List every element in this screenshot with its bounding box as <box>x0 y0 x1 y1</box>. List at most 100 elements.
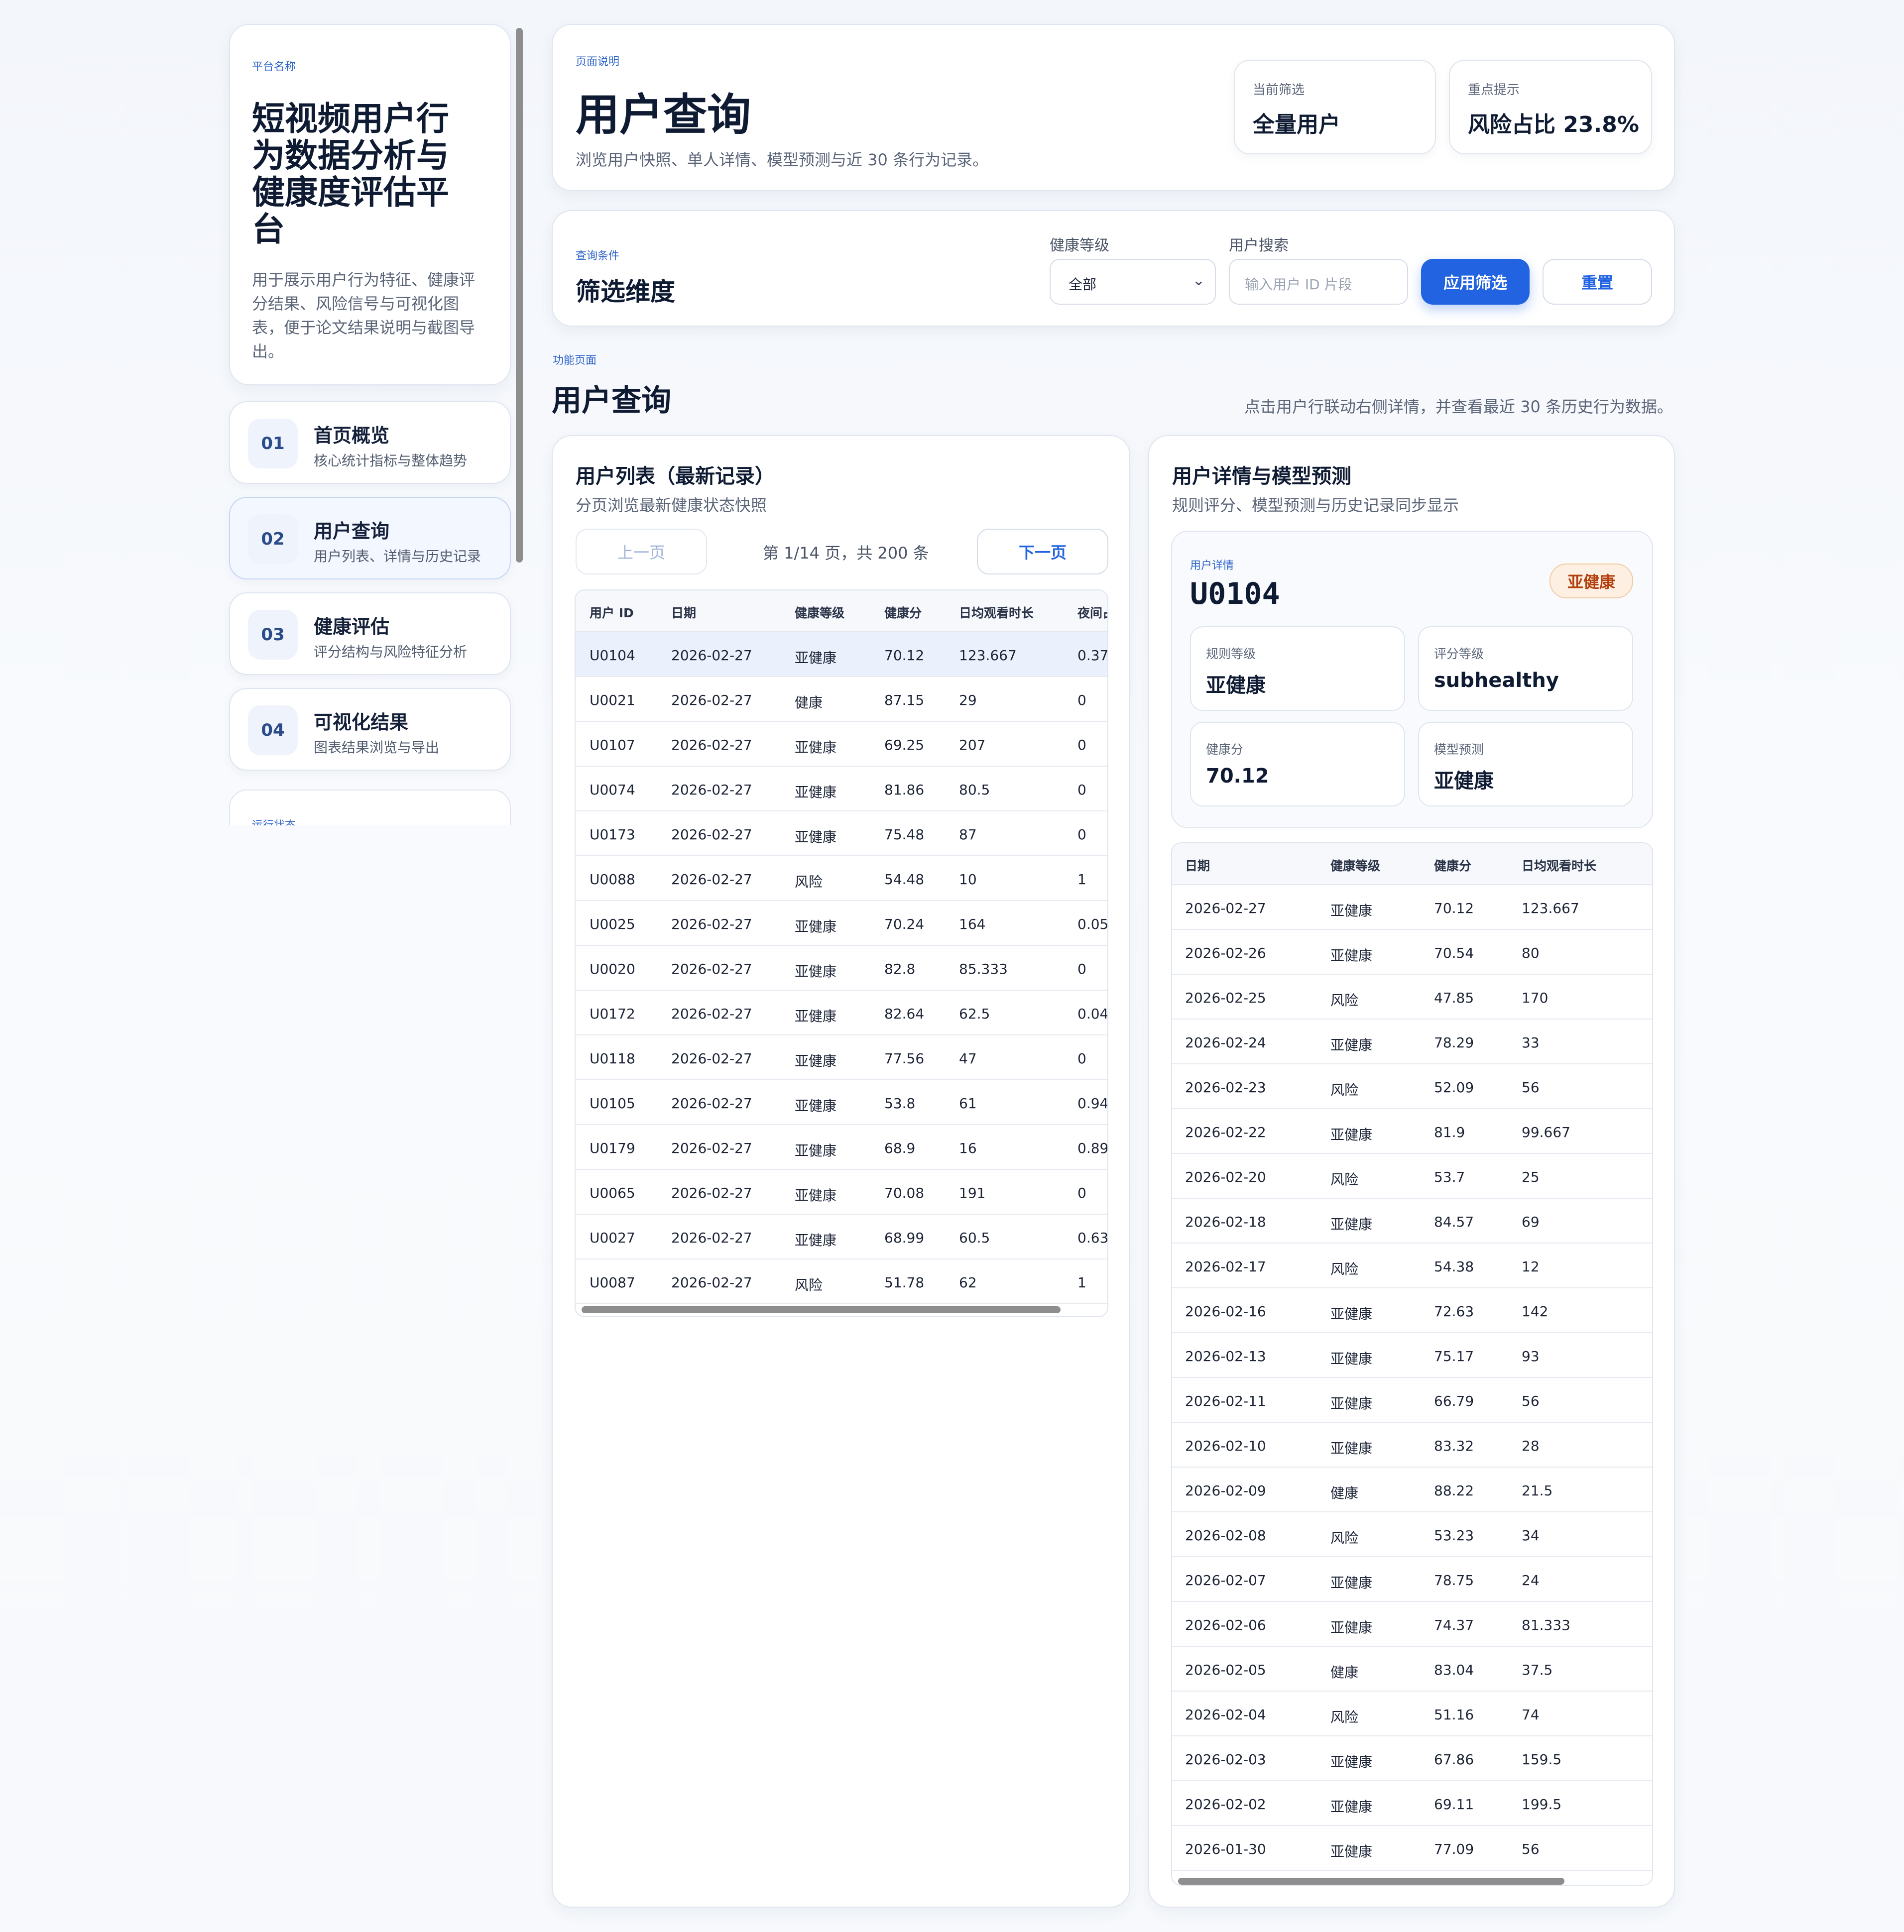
nav-item-visualization[interactable]: 04 可视化结果 图表结果浏览与导出 <box>229 688 511 771</box>
table-cell: 2026-02-04 <box>1185 1706 1266 1723</box>
table-row: 2026-02-24 亚健康 78.29 33 <box>1172 1020 1652 1064</box>
table-cell: 70.24 <box>884 916 925 932</box>
table-cell: 75.17 <box>1434 1348 1474 1364</box>
nav-item-user-query[interactable]: 02 用户查询 用户列表、详情与历史记录 <box>229 497 511 579</box>
table-cell: 风险 <box>1330 1709 1359 1725</box>
table-cell: U0179 <box>590 1140 635 1156</box>
sidebar-scrollbar[interactable] <box>516 28 523 563</box>
table-cell: 0.37 <box>1077 647 1108 664</box>
header-eyebrow: 页面说明 <box>576 56 620 68</box>
sidebar-brand-card: 平台名称 短视频用户行为数据分析与健康度评估平台 用于展示用户行为特征、健康评分… <box>229 24 511 385</box>
prev-page-button[interactable]: 上一页 <box>576 529 707 574</box>
user-list-subtitle: 分页浏览最新健康状态快照 <box>576 496 767 515</box>
table-cell: 66.79 <box>1434 1393 1474 1409</box>
table-cell: 2026-02-24 <box>1185 1034 1266 1051</box>
column-header: 健康等级 <box>795 606 845 620</box>
table-cell: 10 <box>959 871 977 888</box>
table-cell: 199.5 <box>1522 1796 1562 1813</box>
table-cell: 亚健康 <box>795 1098 837 1114</box>
table-row[interactable]: U0025 2026-02-27 亚健康 70.24 164 0.05 <box>576 901 1107 946</box>
table-cell: 85.333 <box>959 961 1008 977</box>
user-search-input[interactable]: 输入用户 ID 片段 <box>1229 259 1408 305</box>
table-row: 2026-02-17 风险 54.38 12 <box>1172 1244 1652 1288</box>
table-cell: 82.64 <box>884 1006 925 1022</box>
table-horizontal-scrollbar[interactable] <box>582 1306 1061 1313</box>
user-detail-panel: 用户详情 U0104 亚健康 规则等级 亚健康 评分等级 subhealthy … <box>1171 531 1653 828</box>
table-row[interactable]: U0020 2026-02-27 亚健康 82.8 85.333 0 <box>576 946 1107 991</box>
table-cell: 51.16 <box>1434 1706 1474 1723</box>
table-row: 2026-02-25 风险 47.85 170 <box>1172 975 1652 1020</box>
table-cell: 52.09 <box>1434 1079 1474 1096</box>
next-page-button[interactable]: 下一页 <box>977 529 1108 574</box>
table-cell: 70.12 <box>1434 900 1474 916</box>
table-cell: 亚健康 <box>795 918 837 935</box>
detail-eyebrow: 用户详情 <box>1190 560 1234 572</box>
table-cell: 78.29 <box>1434 1034 1474 1051</box>
table-cell: 风险 <box>1330 1261 1359 1277</box>
table-cell: 82.8 <box>884 961 916 977</box>
nav-subtitle: 核心统计指标与整体趋势 <box>314 453 468 469</box>
table-cell: 亚健康 <box>795 1053 837 1069</box>
table-cell: 88.22 <box>1434 1482 1474 1499</box>
history-horizontal-scrollbar[interactable] <box>1178 1878 1564 1885</box>
table-row[interactable]: U0065 2026-02-27 亚健康 70.08 191 0 <box>576 1170 1107 1215</box>
table-cell: 亚健康 <box>795 1232 837 1249</box>
table-row: 2026-02-05 健康 83.04 37.5 <box>1172 1647 1652 1692</box>
status-eyebrow: 运行状态 <box>252 816 296 825</box>
table-cell: U0172 <box>590 1006 635 1022</box>
table-cell: U0105 <box>590 1095 635 1112</box>
table-cell: 2026-02-03 <box>1185 1751 1266 1768</box>
table-cell: 70.12 <box>884 647 925 664</box>
table-cell: 84.57 <box>1434 1214 1474 1230</box>
table-cell: 2026-02-27 <box>671 1050 752 1067</box>
table-row[interactable]: U0172 2026-02-27 亚健康 82.64 62.5 0.04 <box>576 991 1107 1035</box>
reset-button[interactable]: 重置 <box>1543 259 1652 305</box>
table-cell: 2026-02-27 <box>671 692 752 708</box>
table-row[interactable]: U0179 2026-02-27 亚健康 68.9 16 0.89 <box>576 1125 1107 1170</box>
nav-item-health-eval[interactable]: 03 健康评估 评分结构与风险特征分析 <box>229 592 511 675</box>
table-cell: 亚健康 <box>1330 1351 1373 1367</box>
chevron-down-icon: ⌄ <box>1192 272 1205 289</box>
apply-filter-button[interactable]: 应用筛选 <box>1421 259 1530 305</box>
table-cell: 0 <box>1077 826 1086 843</box>
table-cell: U0118 <box>590 1050 635 1067</box>
table-cell: 亚健康 <box>795 963 837 980</box>
health-level-select[interactable]: 全部 ⌄ <box>1050 259 1216 305</box>
detail-subtitle: 规则评分、模型预测与历史记录同步显示 <box>1172 496 1459 515</box>
cell-label: 评分等级 <box>1434 647 1484 661</box>
nav-item-overview[interactable]: 01 首页概览 核心统计指标与整体趋势 <box>229 401 511 484</box>
table-row[interactable]: U0107 2026-02-27 亚健康 69.25 207 0 <box>576 722 1107 767</box>
table-row[interactable]: U0118 2026-02-27 亚健康 77.56 47 0 <box>576 1035 1107 1080</box>
table-cell: 1 <box>1077 871 1086 888</box>
table-cell: U0104 <box>590 647 635 664</box>
table-cell: 2026-02-20 <box>1185 1169 1266 1185</box>
table-row[interactable]: U0021 2026-02-27 健康 87.15 29 0 <box>576 677 1107 722</box>
table-cell: 77.09 <box>1434 1841 1474 1857</box>
table-cell: 亚健康 <box>1330 1575 1373 1591</box>
table-row: 2026-02-06 亚健康 74.37 81.333 <box>1172 1602 1652 1647</box>
table-cell: 47 <box>959 1050 977 1067</box>
table-cell: U0065 <box>590 1185 635 1201</box>
table-row: 2026-02-13 亚健康 75.17 93 <box>1172 1333 1652 1378</box>
table-row[interactable]: U0104 2026-02-27 亚健康 70.12 123.667 0.37 <box>576 632 1107 677</box>
table-row[interactable]: U0105 2026-02-27 亚健康 53.8 61 0.94 <box>576 1080 1107 1125</box>
table-cell: 123.667 <box>959 647 1017 664</box>
table-cell: 87 <box>959 826 977 843</box>
table-cell: 16 <box>959 1140 977 1156</box>
cell-label: 模型预测 <box>1434 742 1484 757</box>
table-row[interactable]: U0088 2026-02-27 风险 54.48 10 1 <box>576 856 1107 901</box>
table-cell: 2026-02-02 <box>1185 1796 1266 1813</box>
table-cell: 33 <box>1522 1034 1540 1051</box>
table-cell: 2026-02-16 <box>1185 1303 1266 1320</box>
table-row[interactable]: U0027 2026-02-27 亚健康 68.99 60.5 0.63 <box>576 1215 1107 1259</box>
table-row[interactable]: U0173 2026-02-27 亚健康 75.48 87 0 <box>576 811 1107 856</box>
table-row[interactable]: U0074 2026-02-27 亚健康 81.86 80.5 0 <box>576 767 1107 811</box>
table-cell: 0 <box>1077 737 1086 753</box>
table-row: 2026-02-07 亚健康 78.75 24 <box>1172 1557 1652 1602</box>
table-cell: 风险 <box>1330 1530 1359 1546</box>
column-header: 用户 ID <box>590 606 634 620</box>
table-row: 2026-01-30 亚健康 77.09 56 <box>1172 1826 1652 1871</box>
table-cell: 0.04 <box>1077 1006 1108 1022</box>
table-row[interactable]: U0087 2026-02-27 风险 51.78 62 1 <box>576 1259 1107 1304</box>
table-row: 2026-02-20 风险 53.7 25 <box>1172 1154 1652 1199</box>
